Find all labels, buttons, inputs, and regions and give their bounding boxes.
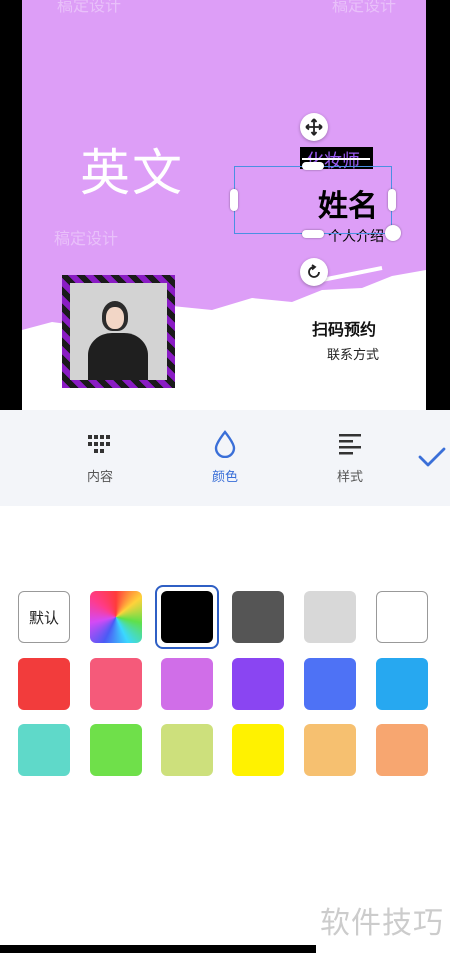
resize-handle-right[interactable] [388,189,396,211]
color-default-button[interactable]: 默认 [18,591,70,643]
color-swatch-sky[interactable] [376,658,428,710]
text-align-icon [320,430,380,458]
english-text[interactable]: 英文 [80,133,184,205]
color-swatch-lime[interactable] [161,724,213,776]
tab-content[interactable]: 内容 [70,430,130,485]
color-swatch-purple[interactable] [232,658,284,710]
color-swatch-orchid[interactable] [161,658,213,710]
scan-label[interactable]: 扫码预约 [312,316,376,340]
color-swatch-teal[interactable] [18,724,70,776]
color-swatch-orange[interactable] [376,724,428,776]
color-swatch-blue[interactable] [304,658,356,710]
droplet-icon [195,430,255,458]
color-swatch-green[interactable] [90,724,142,776]
selection-box[interactable] [234,166,392,234]
resize-handle-top[interactable] [302,162,324,170]
resize-handle-corner[interactable] [385,225,401,241]
tab-style-label: 样式 [336,470,363,485]
tab-color[interactable]: 颜色 [195,430,255,485]
tab-content-label: 内容 [86,470,113,485]
color-swatch-light-gray[interactable] [304,591,356,643]
move-icon[interactable] [300,113,328,141]
tab-color-label: 颜色 [211,470,238,485]
color-wheel-swatch[interactable] [90,591,142,643]
check-icon[interactable] [415,440,449,474]
watermark: 稿定设计 [57,0,122,15]
color-swatch-black[interactable] [161,591,213,643]
tab-style[interactable]: 样式 [320,430,380,485]
profile-photo [70,283,167,380]
resize-handle-left[interactable] [230,189,238,211]
photo-frame[interactable] [62,275,175,388]
edit-toolbar: 内容 颜色 样式 [0,410,450,506]
contact-label[interactable]: 联系方式 [327,344,379,363]
rotate-icon[interactable] [300,258,328,286]
color-swatch-dark-gray[interactable] [232,591,284,643]
color-default-label: 默认 [28,608,59,627]
grid-dots-icon [70,430,130,458]
color-swatch-amber[interactable] [304,724,356,776]
watermark: 稿定设计 [54,229,119,248]
footer-watermark: 软件技巧 [320,906,444,941]
watermark: 稿定设计 [332,0,397,15]
home-indicator-bar [0,945,316,953]
resize-handle-bottom[interactable] [302,230,324,238]
color-swatch-pink[interactable] [90,658,142,710]
color-swatch-white[interactable] [376,591,428,643]
color-swatch-yellow[interactable] [232,724,284,776]
color-swatch-red[interactable] [18,658,70,710]
business-card-preview[interactable]: 稿定设计 稿定设计 稿定设计 英文 化妆师 姓名 个人介绍 扫码预约 联系方式 [22,0,426,410]
